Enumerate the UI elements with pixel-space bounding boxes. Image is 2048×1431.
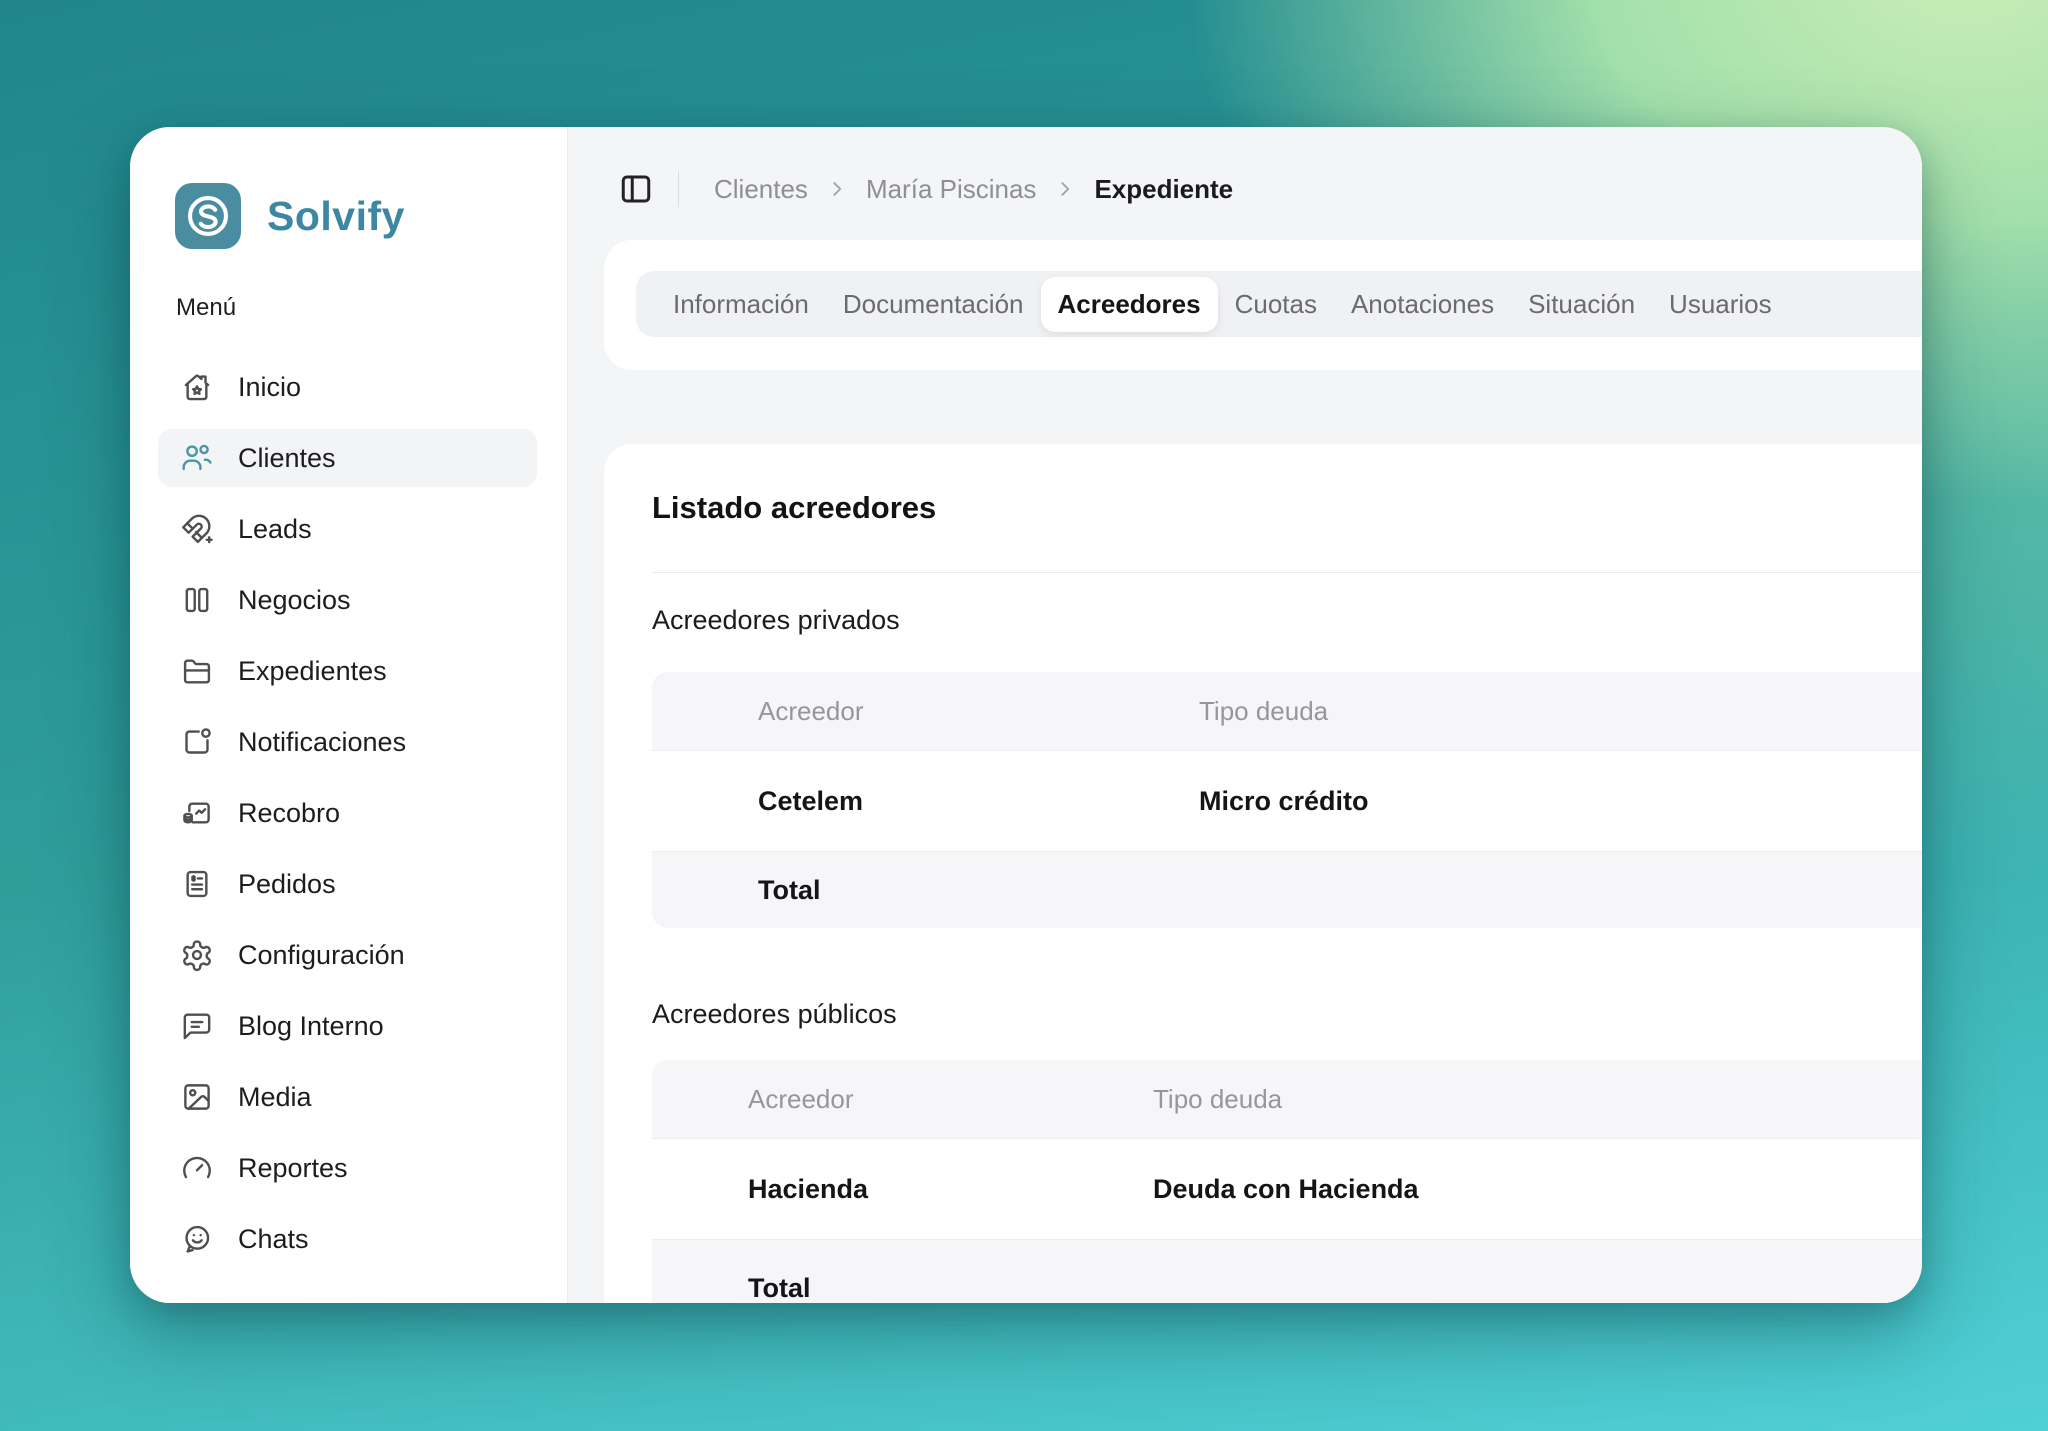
- sidebar-item-label: Media: [238, 1082, 312, 1113]
- sidebar-item-negocios[interactable]: Negocios: [158, 571, 537, 629]
- sidebar-item-label: Inicio: [238, 372, 301, 403]
- sidebar-item-label: Recobro: [238, 798, 340, 829]
- column-header-acreedor: Acreedor: [758, 696, 1199, 727]
- menu-section-label: Menú: [176, 294, 236, 322]
- sidebar: Solvify Menú Inicio: [130, 127, 567, 1303]
- sidebar-item-leads[interactable]: Leads: [158, 500, 537, 558]
- tabs-container: Información Documentación Acreedores Cuo…: [604, 240, 1922, 370]
- table-total-row: Total: [652, 852, 1922, 928]
- sidebar-nav: Inicio Clientes: [158, 358, 537, 1281]
- tab-usuarios[interactable]: Usuarios: [1652, 271, 1789, 337]
- receipt-icon: [180, 867, 214, 901]
- breadcrumb-maria-piscinas[interactable]: María Piscinas: [866, 174, 1037, 205]
- column-header-acreedor: Acreedor: [748, 1084, 1153, 1115]
- table-total-row: Total: [652, 1240, 1922, 1303]
- debt-type: Deuda con Hacienda: [1153, 1174, 1922, 1205]
- app-name: Solvify: [267, 193, 405, 240]
- creditor-name: Hacienda: [748, 1174, 1153, 1205]
- folder-icon: [180, 654, 214, 688]
- sidebar-item-label: Leads: [238, 514, 312, 545]
- table-header-row: Acreedor Tipo deuda: [652, 672, 1922, 750]
- tab-acreedores[interactable]: Acreedores: [1041, 277, 1218, 332]
- sidebar-item-label: Configuración: [238, 940, 405, 971]
- tab-situacion[interactable]: Situación: [1511, 271, 1652, 337]
- sidebar-item-configuracion[interactable]: Configuración: [158, 926, 537, 984]
- sidebar-item-recobro[interactable]: Recobro: [158, 784, 537, 842]
- total-label: Total: [758, 875, 1199, 906]
- sidebar-item-chats[interactable]: Chats: [158, 1210, 537, 1268]
- sidebar-item-media[interactable]: Media: [158, 1068, 537, 1126]
- sidebar-item-expedientes[interactable]: Expedientes: [158, 642, 537, 700]
- users-icon: [180, 441, 214, 475]
- tabs-list: Información Documentación Acreedores Cuo…: [636, 271, 1922, 337]
- column-header-tipo-deuda: Tipo deuda: [1199, 696, 1922, 727]
- tab-cuotas[interactable]: Cuotas: [1218, 271, 1334, 337]
- tab-anotaciones[interactable]: Anotaciones: [1334, 271, 1511, 337]
- content-area: Clientes María Piscinas Expediente Infor…: [567, 127, 1922, 1303]
- sidebar-item-label: Chats: [238, 1224, 309, 1255]
- sidebar-item-blog-interno[interactable]: Blog Interno: [158, 997, 537, 1055]
- solvify-logo-icon: [175, 183, 241, 249]
- total-label: Total: [748, 1273, 1153, 1304]
- breadcrumb: Clientes María Piscinas Expediente: [714, 171, 1233, 207]
- sidebar-item-label: Reportes: [238, 1153, 348, 1184]
- sidebar-item-reportes[interactable]: Reportes: [158, 1139, 537, 1197]
- public-creditors-table: Acreedor Tipo deuda Hacienda Deuda con H…: [652, 1060, 1922, 1303]
- billing-coins-icon: [180, 796, 214, 830]
- app-window: Solvify Menú Inicio: [130, 127, 1922, 1303]
- gear-icon: [180, 938, 214, 972]
- chevron-right-icon: [1054, 178, 1076, 200]
- gauge-icon: [180, 1151, 214, 1185]
- magnet-icon: [180, 512, 214, 546]
- kanban-columns-icon: [180, 583, 214, 617]
- private-creditors-heading: Acreedores privados: [652, 604, 1922, 636]
- sidebar-item-pedidos[interactable]: Pedidos: [158, 855, 537, 913]
- desktop-background: Solvify Menú Inicio: [0, 0, 2048, 1431]
- sidebar-item-label: Expedientes: [238, 656, 387, 687]
- debt-type: Micro crédito: [1199, 786, 1922, 817]
- breadcrumb-expediente: Expediente: [1094, 174, 1233, 205]
- sidebar-item-label: Clientes: [238, 443, 336, 474]
- sidebar-item-label: Notificaciones: [238, 727, 406, 758]
- sidebar-item-label: Blog Interno: [238, 1011, 384, 1042]
- table-row: Hacienda Deuda con Hacienda: [652, 1138, 1922, 1240]
- sidebar-item-inicio[interactable]: Inicio: [158, 358, 537, 416]
- table-row: Cetelem Micro crédito: [652, 750, 1922, 852]
- notification-dot-icon: [180, 725, 214, 759]
- creditors-card: Listado acreedores Acreedores privados A…: [604, 444, 1922, 1303]
- chat-smile-icon: [180, 1222, 214, 1256]
- sidebar-item-clientes[interactable]: Clientes: [158, 429, 537, 487]
- table-header-row: Acreedor Tipo deuda: [652, 1060, 1922, 1138]
- sidebar-toggle-button[interactable]: [618, 171, 654, 207]
- public-creditors-heading: Acreedores públicos: [652, 998, 1922, 1030]
- panel-left-icon: [618, 171, 654, 207]
- header-divider: [678, 171, 679, 207]
- tab-informacion[interactable]: Información: [656, 271, 826, 337]
- sidebar-item-label: Pedidos: [238, 869, 336, 900]
- sidebar-item-label: Negocios: [238, 585, 351, 616]
- column-header-tipo-deuda: Tipo deuda: [1153, 1084, 1922, 1115]
- app-logo: Solvify: [175, 183, 405, 249]
- chevron-right-icon: [826, 178, 848, 200]
- private-creditors-table: Acreedor Tipo deuda Cetelem Micro crédit…: [652, 672, 1922, 928]
- breadcrumb-clientes[interactable]: Clientes: [714, 174, 808, 205]
- page-title: Listado acreedores: [652, 490, 1922, 526]
- title-divider: [652, 572, 1922, 573]
- sidebar-item-notificaciones[interactable]: Notificaciones: [158, 713, 537, 771]
- message-square-icon: [180, 1009, 214, 1043]
- tab-documentacion[interactable]: Documentación: [826, 271, 1041, 337]
- creditor-name: Cetelem: [758, 786, 1199, 817]
- image-icon: [180, 1080, 214, 1114]
- home-star-icon: [180, 370, 214, 404]
